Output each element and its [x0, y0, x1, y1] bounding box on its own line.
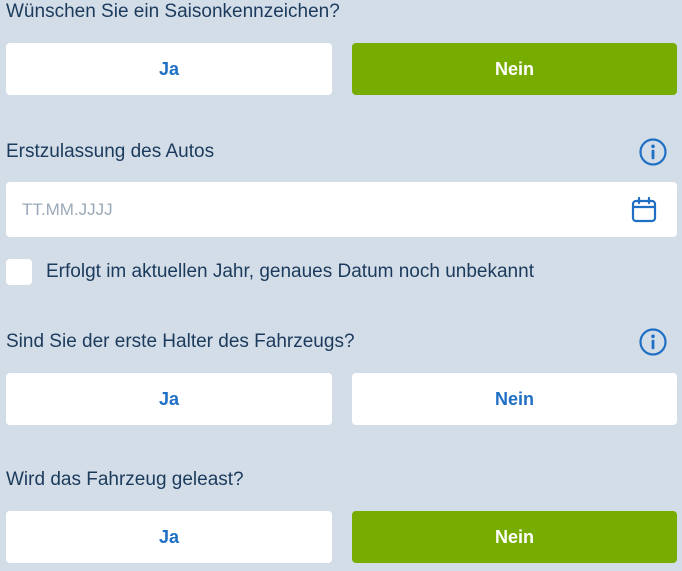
first-registration-date-field [6, 182, 677, 237]
unknown-date-checkbox-label: Erfolgt im aktuellen Jahr, genaues Datum… [46, 261, 534, 282]
season-plate-question: Wünschen Sie ein Saisonkennzeichen? [6, 1, 340, 22]
first-owner-question: Sind Sie der erste Halter des Fahrzeugs? [6, 331, 355, 352]
calendar-icon[interactable] [630, 196, 658, 224]
first-registration-date-input[interactable] [6, 182, 606, 237]
unknown-date-checkbox[interactable] [6, 259, 32, 285]
leased-question: Wird das Fahrzeug geleast? [6, 469, 244, 490]
season-plate-yes-button[interactable]: Ja [6, 43, 332, 95]
info-icon[interactable] [638, 327, 668, 357]
first-owner-no-button[interactable]: Nein [352, 373, 677, 425]
season-plate-no-button[interactable]: Nein [352, 43, 677, 95]
first-owner-yes-button[interactable]: Ja [6, 373, 332, 425]
leased-no-button[interactable]: Nein [352, 511, 677, 563]
leased-yes-button[interactable]: Ja [6, 511, 332, 563]
first-registration-label: Erstzulassung des Autos [6, 141, 215, 162]
info-icon[interactable] [638, 137, 668, 167]
